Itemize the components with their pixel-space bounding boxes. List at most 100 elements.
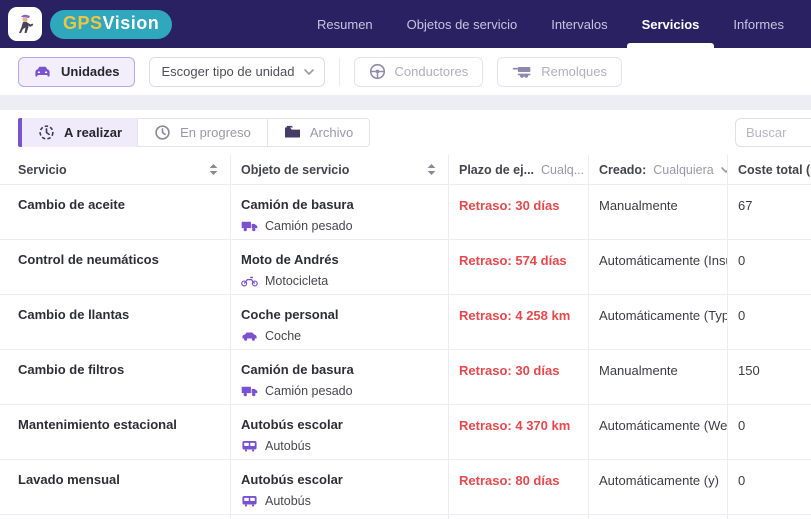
service-object-type: Motocicleta	[265, 274, 329, 288]
unit-type-select-value: Escoger tipo de unidad	[161, 64, 295, 79]
service-object-type: Camión pesado	[265, 219, 353, 233]
conductores-button[interactable]: Conductores	[353, 56, 484, 87]
service-object-name: Autobús escolar	[241, 472, 343, 487]
nav-item-informes[interactable]: Informes	[716, 0, 801, 48]
total-cost: 0	[738, 473, 746, 488]
service-object-name: Camión de basura	[241, 362, 354, 377]
truck-icon	[241, 220, 258, 232]
created-mode: Manualmente	[599, 363, 678, 378]
entity-toolbar: Unidades Escoger tipo de unidad Conducto…	[0, 48, 811, 95]
header-plazo-filter[interactable]: Plazo de ej... Cualq...	[448, 155, 588, 184]
motorcycle-icon	[241, 275, 258, 287]
total-cost: 0	[738, 308, 746, 323]
brand-wordmark: GPSVision	[50, 9, 173, 39]
table-row[interactable]: Cambio de llantas Coche personal Coche R…	[0, 295, 811, 350]
deadline-status: Retraso: 574 días	[459, 253, 567, 268]
services-table: Servicio Objeto de servicio Plazo de ej.…	[0, 155, 811, 519]
status-tabs-row: A realizar En progreso Archivo	[0, 110, 811, 155]
folder-icon	[284, 125, 301, 140]
trailer-icon	[512, 65, 532, 79]
main-nav: Resumen Objetos de servicio Intervalos S…	[300, 0, 811, 48]
total-cost: 150	[738, 363, 760, 378]
service-object-name: Coche personal	[241, 307, 339, 322]
service-object-type: Autobús	[265, 494, 311, 508]
unidades-button[interactable]: Unidades	[18, 56, 135, 87]
sort-icon[interactable]	[427, 164, 436, 175]
app-logo-icon	[8, 7, 42, 41]
nav-item-objetos-de-servicio[interactable]: Objetos de servicio	[390, 0, 535, 48]
service-name: Cambio de aceite	[18, 197, 125, 212]
service-name: Mantenimiento estacional	[18, 417, 177, 432]
table-row[interactable]: Cambio de filtros Camión de basura Camió…	[0, 350, 811, 405]
service-object-name: Camión de basura	[241, 197, 354, 212]
tab-archivo[interactable]: Archivo	[266, 118, 371, 147]
nav-item-servicios[interactable]: Servicios	[625, 0, 717, 48]
table-row[interactable]: Lavado mensual Autobús escolar Autobús R…	[0, 460, 811, 515]
service-object-name: Autobús escolar	[241, 417, 343, 432]
created-mode: Automáticamente (Insu...	[599, 253, 727, 268]
total-cost: 0	[738, 253, 746, 268]
service-name: Lavado mensual	[18, 472, 120, 487]
search-input[interactable]	[735, 118, 811, 147]
table-row[interactable]: Mantenimiento estacional Autobús escolar…	[0, 405, 811, 460]
conductores-button-label: Conductores	[394, 64, 469, 79]
table-row[interactable]: Cambio de aceite Camión de basura Camión…	[0, 185, 811, 240]
steering-wheel-icon	[369, 63, 386, 80]
remolques-button[interactable]: Remolques	[497, 56, 622, 87]
brand-gps-text: GPS	[63, 12, 103, 33]
header-servicio[interactable]: Servicio	[0, 155, 230, 184]
brand-logo[interactable]: GPSVision	[0, 7, 173, 41]
created-mode: Automáticamente (y)	[599, 473, 719, 488]
total-cost: 0	[738, 418, 746, 433]
deadline-status: Retraso: 4 258 km	[459, 308, 571, 323]
car-front-icon	[33, 64, 52, 79]
deadline-status: Retraso: 30 días	[459, 363, 560, 378]
service-object-type: Autobús	[265, 439, 311, 453]
toolbar-divider	[338, 57, 340, 86]
clock-icon	[154, 124, 171, 141]
header-objeto-de-servicio[interactable]: Objeto de servicio	[230, 155, 448, 184]
deadline-status: Retraso: 4 370 km	[459, 418, 571, 433]
deadline-status: Retraso: 30 días	[459, 198, 560, 213]
tab-en-progreso-label: En progreso	[180, 125, 251, 140]
tab-a-realizar[interactable]: A realizar	[18, 118, 139, 147]
sort-icon[interactable]	[209, 164, 218, 175]
header-coste-total[interactable]: Coste total (USD	[727, 155, 811, 184]
service-name: Cambio de filtros	[18, 362, 125, 377]
app-window: GPSVision Resumen Objetos de servicio In…	[0, 0, 811, 519]
service-object-name: Moto de Andrés	[241, 252, 339, 267]
deadline-status: Retraso: 80 días	[459, 473, 560, 488]
service-name: Control de neumáticos	[18, 252, 159, 267]
car-icon	[241, 330, 258, 342]
unidades-button-label: Unidades	[61, 64, 120, 79]
history-clock-icon	[38, 124, 55, 141]
top-header: GPSVision Resumen Objetos de servicio In…	[0, 0, 811, 48]
partial-next-row	[0, 515, 811, 519]
header-creado-filter[interactable]: Creado: Cualquiera	[588, 155, 727, 184]
bus-icon	[241, 495, 258, 507]
nav-item-intervalos[interactable]: Intervalos	[534, 0, 624, 48]
chevron-down-icon	[304, 69, 314, 75]
tab-en-progreso[interactable]: En progreso	[137, 118, 268, 147]
total-cost: 67	[738, 198, 753, 213]
service-object-type: Camión pesado	[265, 384, 353, 398]
table-header-row: Servicio Objeto de servicio Plazo de ej.…	[0, 155, 811, 185]
service-name: Cambio de llantas	[18, 307, 130, 322]
status-tab-group: A realizar En progreso Archivo	[18, 118, 371, 147]
created-mode: Automáticamente (Wee...	[599, 418, 727, 433]
tab-a-realizar-label: A realizar	[64, 125, 123, 140]
service-object-type: Coche	[265, 329, 302, 343]
background-strip	[0, 95, 811, 110]
created-mode: Automáticamente (Typi...	[599, 308, 727, 323]
truck-icon	[241, 385, 258, 397]
table-row[interactable]: Control de neumáticos Moto de Andrés Mot…	[0, 240, 811, 295]
plazo-filter-value: Cualq...	[541, 162, 585, 177]
created-mode: Manualmente	[599, 198, 678, 213]
unit-type-select[interactable]: Escoger tipo de unidad	[148, 56, 325, 87]
tab-archivo-label: Archivo	[309, 125, 354, 140]
creado-filter-value: Cualquiera	[653, 162, 714, 177]
bus-icon	[241, 440, 258, 452]
nav-item-resumen[interactable]: Resumen	[300, 0, 390, 48]
remolques-button-label: Remolques	[541, 64, 607, 79]
brand-vision-text: Vision	[102, 12, 160, 33]
